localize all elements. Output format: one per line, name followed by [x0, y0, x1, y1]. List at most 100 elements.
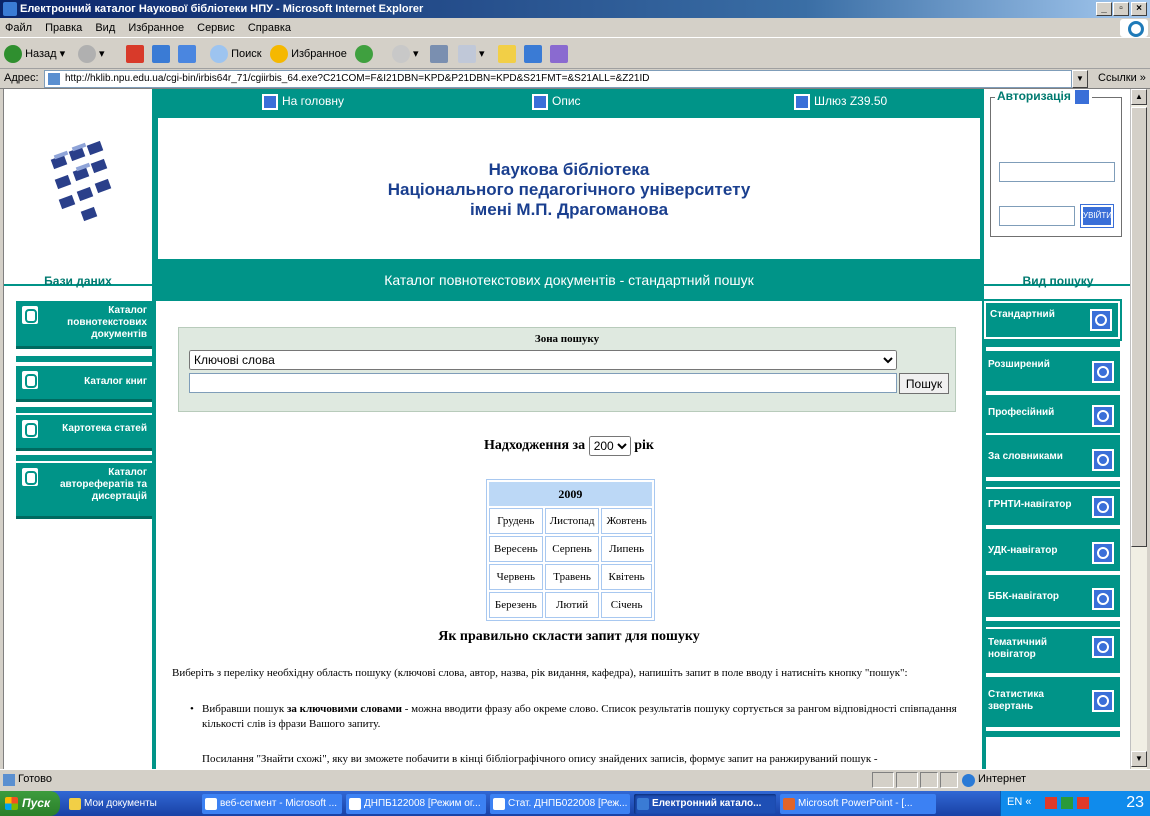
vertical-scrollbar[interactable]: ▲ ▼ [1130, 89, 1147, 769]
menu-edit[interactable]: Правка [40, 18, 87, 38]
db-book-catalog[interactable]: Каталог книг [16, 366, 152, 402]
menu-tools[interactable]: Сервис [192, 18, 240, 38]
clock[interactable]: 23 [1126, 794, 1144, 812]
mail-button[interactable]: ▾ [392, 44, 419, 64]
page-banner: Каталог повнотекстових документів - стан… [384, 272, 754, 288]
month-link[interactable]: Травень [544, 564, 600, 590]
db-articles-index[interactable]: Картотека статей [16, 415, 152, 451]
arrivals-line: Надходження за 2009 рік [156, 436, 982, 456]
search-submit-button[interactable]: Пошук [899, 373, 949, 394]
task-word-stat-dnpb022008[interactable]: Стат. ДНПБ022008 [Реж... [490, 794, 630, 814]
taskbar: Пуск Мои документы веб-сегмент - Microso… [0, 791, 1150, 816]
db-fulltext-catalog[interactable]: Каталог повнотекстових документів [16, 301, 152, 349]
history-button[interactable] [355, 44, 373, 64]
month-link[interactable]: Вересень [489, 536, 543, 562]
menu-view[interactable]: Вид [90, 18, 120, 38]
month-link[interactable]: Листопад [544, 508, 600, 534]
back-button[interactable]: Назад ▾ [4, 44, 65, 64]
status-text: Готово [18, 773, 52, 785]
month-link[interactable]: Лютий [544, 592, 600, 618]
month-link[interactable]: Квітень [601, 564, 652, 590]
month-link[interactable]: Грудень [489, 508, 543, 534]
nav-z3950-gateway[interactable]: Шлюз Z39.50 [794, 93, 887, 110]
magnifier-icon [1092, 361, 1114, 383]
task-ie-catalog[interactable]: Електронний катало... [634, 794, 776, 814]
folder-button[interactable] [498, 44, 516, 64]
scroll-down-button[interactable]: ▼ [1131, 751, 1147, 767]
login-button[interactable]: УВІЙТИ [1080, 204, 1114, 228]
maximize-button[interactable]: ▫ [1113, 2, 1129, 16]
edit-button[interactable]: ▾ [458, 44, 485, 64]
search-field-select[interactable]: Ключові слова [189, 350, 897, 370]
search-type-gap [984, 621, 1120, 627]
messenger-button[interactable] [524, 44, 542, 64]
task-label: Стат. ДНПБ022008 [Реж... [508, 798, 628, 809]
page-viewport[interactable]: На головну Опис Шлюз Z39.50 Наукова бібл… [3, 89, 1130, 769]
bullet-prefix: Вибравши пошук [202, 703, 285, 715]
close-button[interactable]: × [1131, 2, 1147, 16]
address-dropdown-button[interactable]: ▼ [1072, 70, 1088, 88]
task-powerpoint[interactable]: Microsoft PowerPoint - [... [780, 794, 936, 814]
month-link[interactable]: Березень [489, 592, 543, 618]
search-type-bbk[interactable]: ББК-навігатор [984, 581, 1120, 617]
magnifier-icon [1092, 690, 1114, 712]
month-link[interactable]: Жовтень [601, 508, 652, 534]
tray-icon[interactable] [1077, 797, 1089, 809]
month-link[interactable]: Липень [601, 536, 652, 562]
magnifier-icon [1092, 588, 1114, 610]
address-field[interactable]: http://hklib.npu.edu.ua/cgi-bin/irbis64r… [44, 70, 1072, 88]
database-icon [22, 371, 38, 389]
year-select[interactable]: 2009 [588, 436, 631, 456]
links-button[interactable]: Ссылки » [1098, 72, 1146, 84]
nav-description[interactable]: Опис [532, 93, 581, 110]
search-type-thematic[interactable]: Тематичний новігатор [984, 629, 1120, 673]
db-separator [16, 455, 152, 461]
title-bar[interactable]: Електронний каталог Наукової бібліотеки … [0, 0, 1150, 18]
nav-description-label: Опис [552, 94, 581, 108]
month-link[interactable]: Червень [489, 564, 543, 590]
search-type-udc[interactable]: УДК-навігатор [984, 535, 1120, 571]
tray-icon[interactable] [1045, 797, 1057, 809]
home-icon [178, 45, 196, 64]
month-link[interactable]: Серпень [544, 536, 600, 562]
task-my-documents[interactable]: Мои документы [66, 794, 196, 814]
task-word-dnpb122008[interactable]: ДНПБ122008 [Режим ог... [346, 794, 486, 814]
research-button[interactable] [550, 44, 568, 64]
language-indicator[interactable]: EN « [1007, 796, 1031, 808]
search-type-grnti[interactable]: ГРНТИ-навігатор [984, 489, 1120, 525]
search-type-dictionaries[interactable]: За словниками [984, 441, 1120, 477]
nav-home-label: На головну [282, 94, 345, 108]
minimize-button[interactable]: _ [1096, 2, 1112, 16]
search-type-extended[interactable]: Розширений [984, 351, 1120, 391]
refresh-button[interactable] [152, 44, 170, 64]
database-icon [22, 468, 38, 486]
start-button[interactable]: Пуск [0, 791, 60, 816]
password-input[interactable] [999, 206, 1075, 226]
internet-zone-icon [962, 774, 975, 787]
search-type-udc-label: УДК-навігатор [988, 545, 1058, 556]
search-query-input[interactable] [189, 373, 897, 393]
forward-button[interactable]: ▾ [78, 44, 105, 64]
menu-help[interactable]: Справка [243, 18, 296, 38]
menu-file[interactable]: Файл [0, 18, 37, 38]
home-button[interactable] [178, 44, 196, 64]
scroll-up-button[interactable]: ▲ [1131, 89, 1147, 105]
db-dissertations-catalog[interactable]: Каталог авторефератів та дисертацій [16, 463, 152, 519]
task-word-web-segment[interactable]: веб-сегмент - Microsoft ... [202, 794, 342, 814]
search-type-statistics[interactable]: Статистика звертань [984, 683, 1120, 727]
month-link[interactable]: Січень [601, 592, 652, 618]
search-type-professional[interactable]: Професійний [984, 395, 1120, 433]
favorites-button[interactable]: Избранное [270, 44, 347, 64]
menu-favorites[interactable]: Избранное [123, 18, 189, 38]
stop-button[interactable] [126, 44, 144, 64]
tray-icon[interactable] [1061, 797, 1073, 809]
howto-intro: Виберіть з переліку необхідну область по… [172, 667, 908, 679]
search-button[interactable]: Поиск [210, 44, 262, 64]
system-tray: EN « 23 [1000, 791, 1150, 816]
search-type-standard[interactable]: Стандартний [982, 299, 1122, 341]
username-input[interactable] [999, 162, 1115, 182]
print-button[interactable] [430, 44, 448, 64]
scroll-thumb[interactable] [1131, 107, 1147, 547]
nav-home[interactable]: На головну [262, 93, 344, 110]
search-icon [210, 45, 228, 64]
